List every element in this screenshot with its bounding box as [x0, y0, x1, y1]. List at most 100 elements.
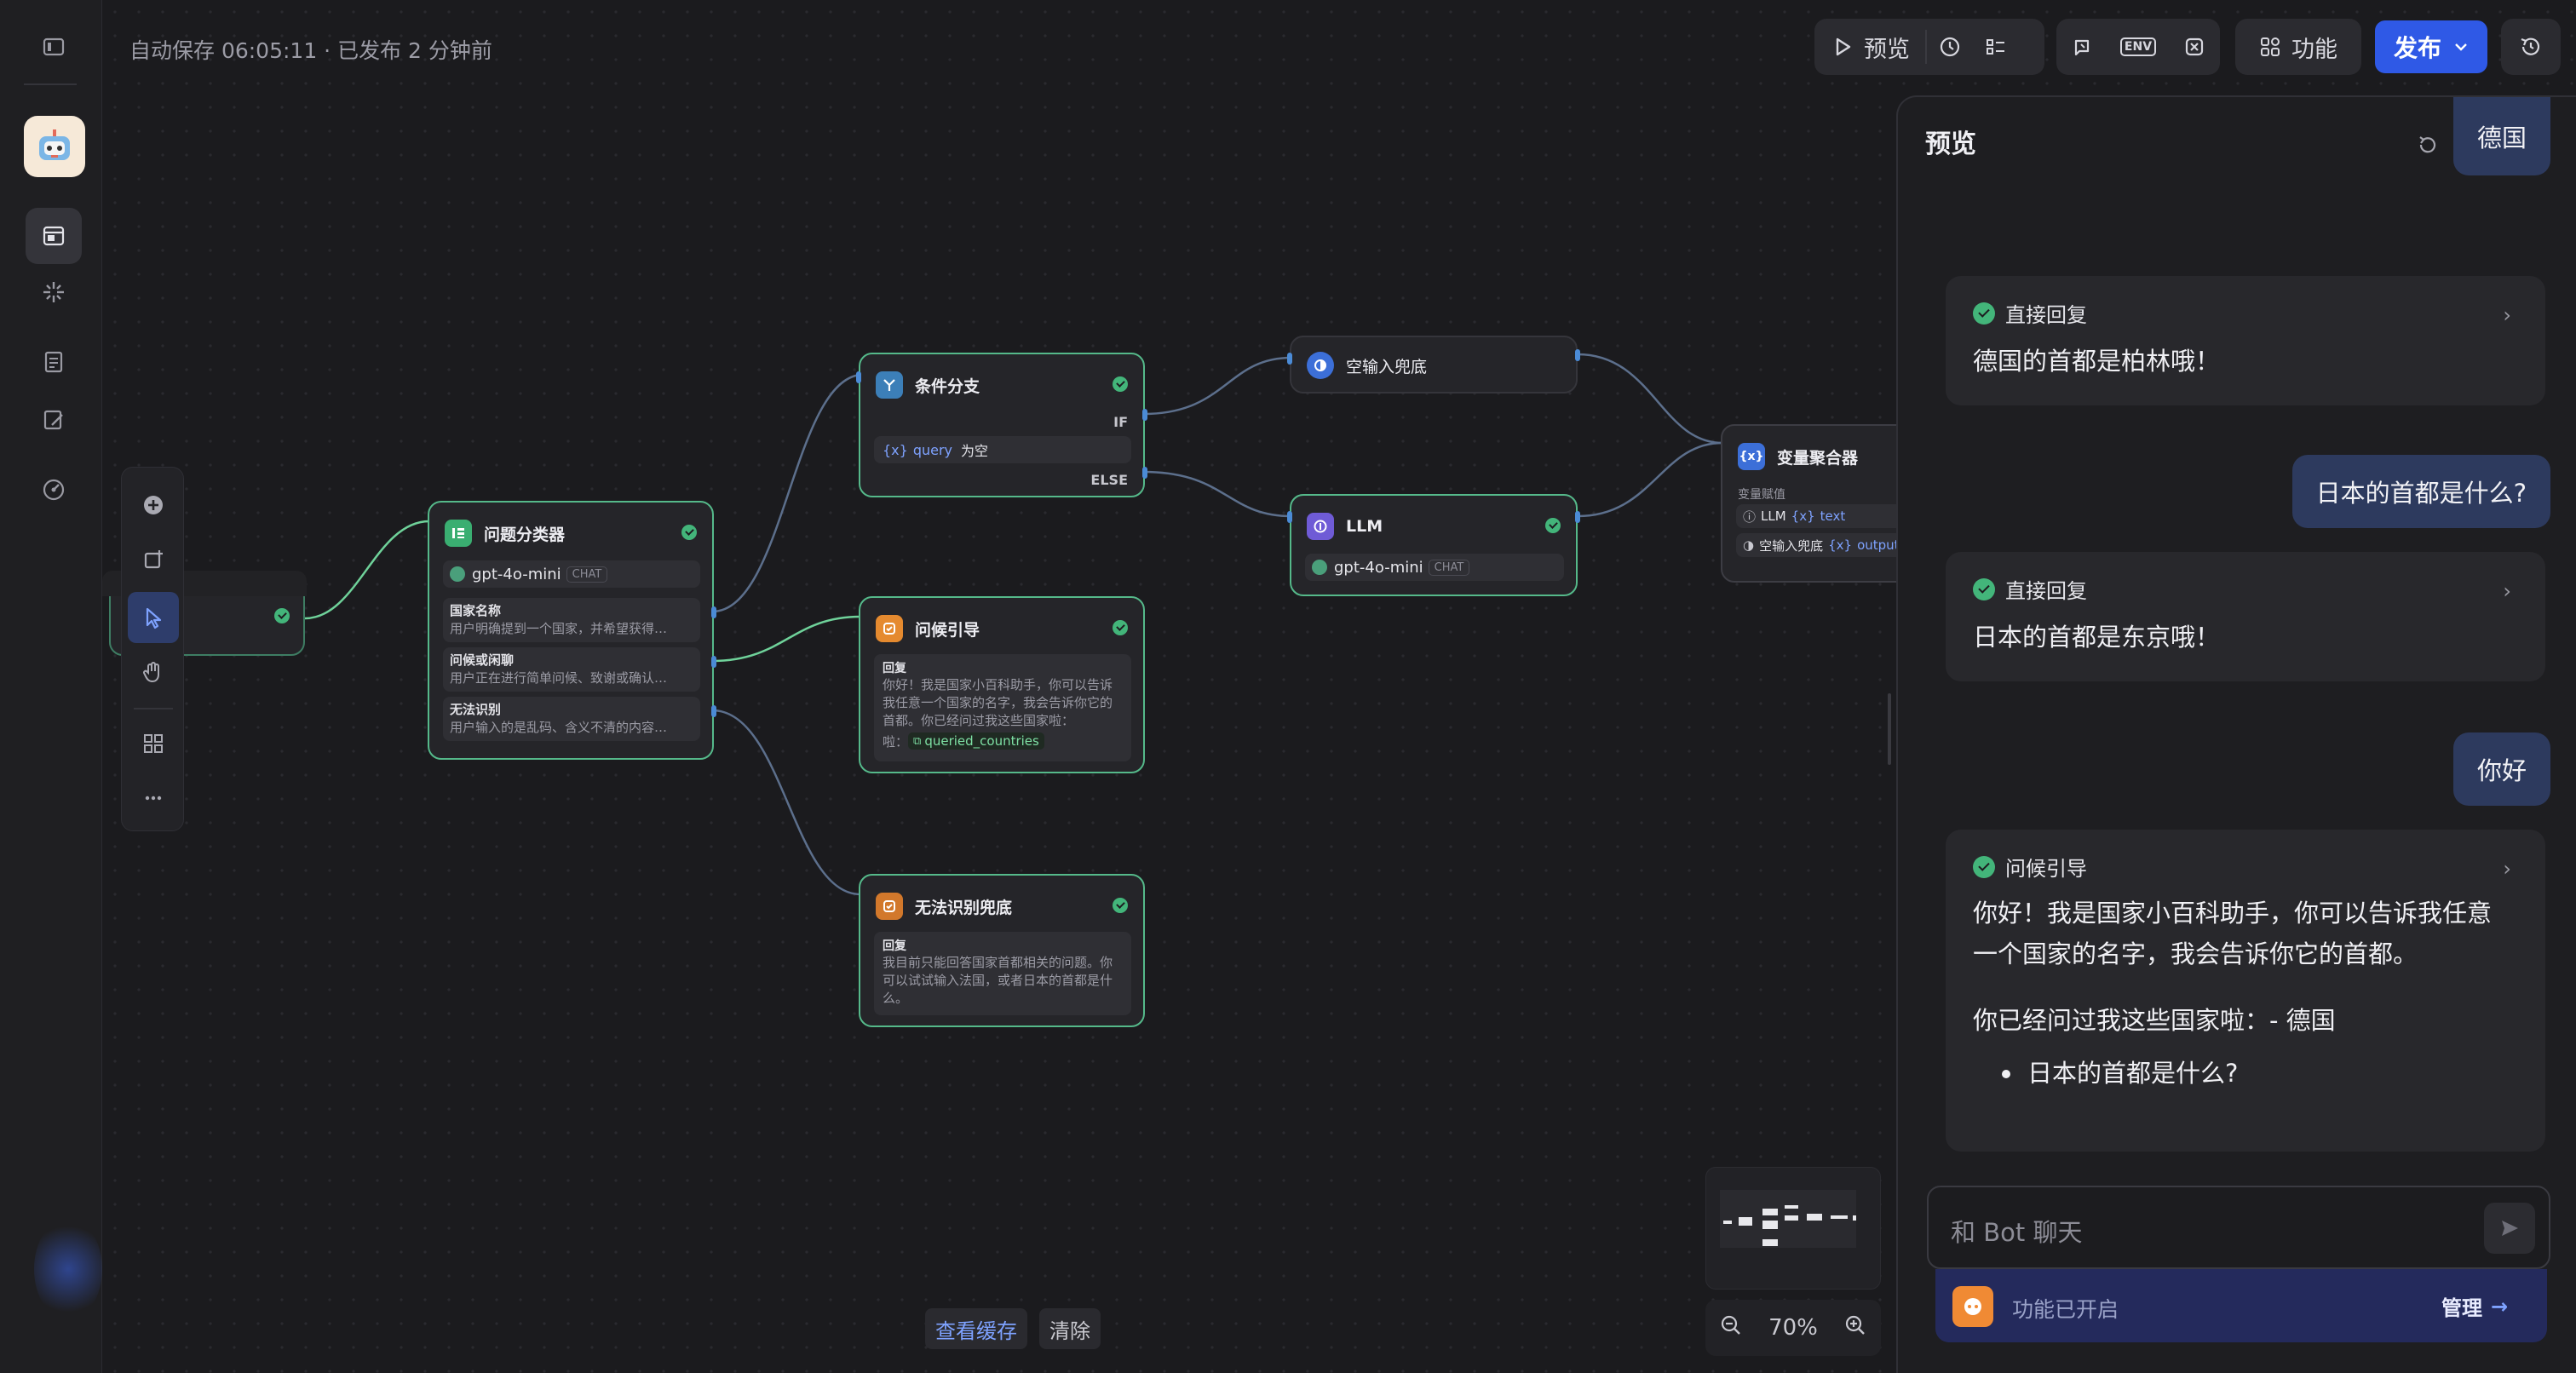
features-button[interactable]: 功能: [2235, 19, 2361, 75]
empty-fallback-node[interactable]: 空输入兜底: [1290, 336, 1578, 394]
success-icon: [1973, 302, 1995, 325]
zoom-in-icon[interactable]: [1843, 1313, 1868, 1344]
left-sidebar: [0, 0, 102, 1373]
message-text: 你好: [2476, 756, 2527, 785]
bullet: [2002, 1070, 2010, 1078]
condition-branch-node[interactable]: 条件分支 IF {x} query 为空 ELSE: [859, 353, 1145, 497]
llm-icon: [1307, 513, 1334, 540]
features-icon: [1952, 1286, 1993, 1327]
reply-text: 我目前只能回答国家首都相关的问题。你可以试试输入法国，或者日本的首都是什么。: [883, 955, 1113, 1006]
orchestration-icon[interactable]: [26, 208, 82, 264]
node-success-icon: [1545, 518, 1561, 533]
model-name: gpt-4o-mini: [472, 565, 561, 583]
unknown-fallback-node[interactable]: 无法识别兜底 回复 我目前只能回答国家首都相关的问题。你可以试试输入法国，或者日…: [859, 874, 1145, 1027]
output-port[interactable]: [1142, 409, 1147, 421]
node-trace[interactable]: 直接回复: [1973, 298, 2087, 328]
features-icon: [2261, 37, 2280, 56]
openai-icon: [450, 566, 465, 582]
input-port[interactable]: [856, 371, 861, 383]
answer-icon: [1307, 352, 1334, 379]
source-variable: output: [1857, 537, 1900, 553]
message-line: 你好！我是国家小百科助手，你可以告诉我任意: [1973, 899, 2493, 928]
output-port[interactable]: [1575, 511, 1580, 523]
class-name: 问候或闲聊: [450, 652, 515, 668]
node-trace-label: 问候引导: [2005, 857, 2087, 881]
preview-toolbar-group: 预览: [1814, 19, 2044, 75]
env-label: ENV: [2119, 37, 2157, 56]
source-node: LLM: [1761, 508, 1786, 524]
node-title: 空输入兜底: [1346, 357, 1428, 376]
add-node-icon[interactable]: [128, 480, 179, 531]
llm-small-icon: ⓘ: [1743, 508, 1757, 525]
llm-node[interactable]: LLM gpt-4o-mini CHAT: [1290, 494, 1578, 596]
logs-icon[interactable]: [26, 334, 82, 390]
greeting-node[interactable]: 问候引导 回复 你好！我是国家小百科助手，你可以告诉我任意一个国家的名字，我会告…: [859, 596, 1145, 773]
zoom-out-icon[interactable]: [1718, 1313, 1744, 1344]
conversation-variables-icon[interactable]: [2061, 19, 2103, 75]
chevron-right-icon[interactable]: ›: [2503, 303, 2511, 327]
output-port[interactable]: [711, 705, 716, 717]
class-desc: 用户明确提到一个国家，并希望获得…: [450, 621, 668, 636]
panel-resize-handle[interactable]: [1888, 693, 1891, 765]
output-port[interactable]: [1575, 349, 1580, 361]
toggle-sidebar-icon[interactable]: [26, 19, 82, 75]
variable-chip[interactable]: ⧉ queried_countries: [908, 732, 1044, 750]
condition-row[interactable]: {x} query 为空: [874, 436, 1131, 463]
run-history-icon[interactable]: [1927, 19, 1973, 75]
reply-content: 回复 你好！我是国家小百科助手，你可以告诉我任意一个国家的名字，我会告诉你它的首…: [874, 654, 1131, 761]
condition-operator: 为空: [961, 443, 989, 459]
organize-blocks-icon[interactable]: [128, 718, 179, 769]
env-variables-icon[interactable]: ENV: [2112, 19, 2165, 75]
zoom-level[interactable]: 70%: [1768, 1315, 1818, 1341]
annotations-icon[interactable]: [26, 392, 82, 448]
version-history-icon[interactable]: [2501, 19, 2561, 75]
zoom-controls: 70%: [1705, 1300, 1881, 1356]
pointer-mode-icon[interactable]: [128, 592, 179, 643]
chat-input-placeholder: 和 Bot 聊天: [1951, 1218, 2083, 1247]
bot-message: 直接回复 › 德国的首都是柏林哦！: [1946, 276, 2545, 405]
hand-mode-icon[interactable]: [128, 646, 179, 698]
monitoring-icon[interactable]: [26, 462, 82, 518]
output-port[interactable]: [1142, 467, 1147, 479]
reply-content: 回复 我目前只能回答国家首都相关的问题。你可以试试输入法国，或者日本的首都是什么…: [874, 932, 1131, 1015]
minimap[interactable]: [1705, 1167, 1881, 1290]
chevron-right-icon[interactable]: ›: [2503, 857, 2511, 881]
classifier-icon: [445, 520, 472, 547]
more-options-icon[interactable]: [128, 773, 179, 824]
class-item[interactable]: 无法识别 用户输入的是乱码、含义不清的内容…: [443, 697, 700, 741]
preview-button[interactable]: 预览: [1814, 19, 1925, 75]
send-icon[interactable]: [2484, 1203, 2535, 1254]
if-label: IF: [1113, 414, 1128, 430]
add-note-icon[interactable]: [128, 534, 179, 585]
class-item[interactable]: 问候或闲聊 用户正在进行简单问候、致谢或确认…: [443, 647, 700, 692]
message-line: 一个国家的名字，我会告诉你它的首都。: [1973, 939, 2418, 968]
global-variables-icon[interactable]: [2173, 19, 2216, 75]
aggregator-label: 变量赋值: [1738, 488, 1785, 502]
node-trace[interactable]: 问候引导: [1973, 852, 2087, 882]
bot-message: 直接回复 › 日本的首都是东京哦！: [1946, 552, 2545, 681]
manage-features-link[interactable]: 管理 →: [2441, 1291, 2508, 1321]
bot-message: 问候引导 › 你好！我是国家小百科助手，你可以告诉我任意 一个国家的名字，我会告…: [1946, 830, 2545, 1152]
class-name: 无法识别: [450, 702, 502, 717]
clear-cache-button[interactable]: 清除: [1039, 1308, 1101, 1349]
publish-button[interactable]: 发布: [2375, 20, 2487, 73]
question-classifier-node[interactable]: 问题分类器 gpt-4o-mini CHAT 国家名称 用户明确提到一个国家，并…: [428, 501, 714, 760]
api-access-icon[interactable]: [26, 264, 82, 320]
input-port[interactable]: [1287, 353, 1292, 365]
output-port[interactable]: [711, 606, 716, 618]
class-item[interactable]: 国家名称 用户明确提到一个国家，并希望获得…: [443, 598, 700, 642]
restart-icon[interactable]: [2412, 129, 2443, 160]
divider: [134, 708, 173, 709]
chat-input[interactable]: 和 Bot 聊天: [1927, 1186, 2550, 1269]
app-avatar-icon[interactable]: [24, 116, 85, 177]
checklist-icon[interactable]: [1973, 19, 2019, 75]
view-cache-button[interactable]: 查看缓存: [925, 1308, 1027, 1349]
input-port[interactable]: [1287, 511, 1292, 523]
node-trace[interactable]: 直接回复: [1973, 574, 2087, 604]
manage-label: 管理: [2441, 1296, 2482, 1320]
output-port[interactable]: [711, 656, 716, 668]
model-selector[interactable]: gpt-4o-mini CHAT: [1305, 554, 1564, 581]
chevron-right-icon[interactable]: ›: [2503, 579, 2511, 603]
reply-label: 回复: [883, 662, 906, 675]
model-selector[interactable]: gpt-4o-mini CHAT: [443, 560, 700, 588]
